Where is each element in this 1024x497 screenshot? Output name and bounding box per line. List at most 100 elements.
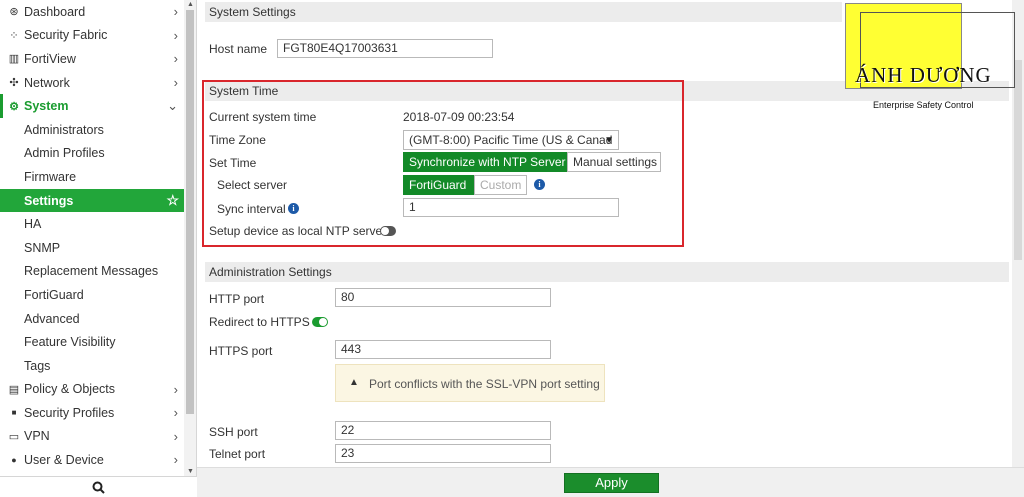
sidebar-item-label: Dashboard (24, 4, 86, 19)
sidebar-item-replacement-messages[interactable]: Replacement Messages (0, 260, 184, 284)
redirect-https-toggle[interactable] (312, 317, 328, 327)
sidebar-scrollbar[interactable]: ▲ ▼ (184, 0, 196, 476)
https-port-input[interactable]: 443 (335, 340, 551, 359)
dropdown-caret-icon: ▼ (604, 135, 614, 146)
sidebar-search-bar[interactable] (0, 476, 197, 497)
sidebar-item-tags[interactable]: Tags (0, 354, 184, 378)
main-scroll-thumb[interactable] (1014, 60, 1022, 260)
set-time-label: Set Time (209, 156, 257, 170)
server-fortiguard-option[interactable]: FortiGuard (403, 175, 474, 195)
chevron-down-icon: ⌄ (167, 98, 178, 114)
manual-settings-option[interactable]: Manual settings (567, 152, 661, 172)
timezone-select[interactable]: (GMT-8:00) Pacific Time (US & Canad ▼ (403, 130, 619, 150)
host-name-label: Host name (209, 42, 268, 56)
logo-name: ÁNH DƯƠNG (855, 63, 992, 87)
sidebar-item-label: Policy & Objects (24, 382, 116, 397)
chevron-right-icon: › (173, 405, 178, 421)
sidebar-item-fortiguard[interactable]: FortiGuard (0, 283, 184, 307)
vpn-monitor-icon: ▭ (8, 430, 20, 443)
section-header-administration: Administration Settings (205, 262, 1009, 282)
sidebar-item-label: System (24, 99, 69, 114)
sidebar-item-label: SNMP (24, 240, 61, 255)
https-port-label: HTTPS port (209, 344, 273, 358)
sidebar-item-system[interactable]: ⚙ System ⌄ (0, 94, 184, 118)
policy-objects-icon: ▤ (8, 383, 20, 396)
sidebar-item-user-device[interactable]: ● User & Device › (0, 448, 184, 472)
chevron-right-icon: › (173, 452, 178, 468)
sidebar-item-label: Replacement Messages (24, 264, 159, 279)
ntp-sync-option[interactable]: Synchronize with NTP Server (403, 152, 567, 172)
sidebar-item-label: Security Fabric (24, 28, 108, 43)
lock-icon: ■ (11, 408, 17, 418)
fortiview-icon: ▥ (8, 53, 20, 66)
port-conflict-warning: ▲ Port conflicts with the SSL-VPN port s… (335, 364, 605, 402)
sidebar-item-label: Administrators (24, 122, 104, 137)
server-custom-option[interactable]: Custom (474, 175, 527, 195)
http-port-label: HTTP port (209, 292, 265, 306)
ssh-port-label: SSH port (209, 425, 258, 439)
telnet-port-label: Telnet port (209, 447, 266, 461)
sidebar-item-dashboard[interactable]: ⊛ Dashboard › (0, 0, 184, 24)
gear-icon: ⚙ (9, 100, 19, 113)
local-ntp-toggle[interactable] (380, 226, 396, 236)
sidebar-item-security-fabric[interactable]: ⁘ Security Fabric › (0, 24, 184, 48)
sidebar-item-label: Feature Visibility (24, 335, 116, 350)
redirect-https-label: Redirect to HTTPS (209, 315, 310, 329)
sidebar-scroll-thumb[interactable] (186, 10, 194, 414)
sidebar-item-network[interactable]: ✣ Network › (0, 71, 184, 95)
scroll-up-icon[interactable]: ▲ (187, 1, 194, 8)
apply-button[interactable]: Apply (564, 473, 659, 493)
sidebar-item-label: Security Profiles (24, 405, 115, 420)
chevron-right-icon: › (173, 74, 178, 90)
timezone-select-value: (GMT-8:00) Pacific Time (US & Canad (409, 133, 613, 147)
sidebar-item-security-profiles[interactable]: ■ Security Profiles › (0, 401, 184, 425)
company-logo: ÁNH DƯƠNG Enterprise Safety Control (845, 3, 1015, 111)
chevron-right-icon: › (173, 4, 178, 19)
host-name-input[interactable]: FGT80E4Q17003631 (277, 39, 493, 58)
telnet-port-input[interactable]: 23 (335, 444, 551, 463)
warning-text: Port conflicts with the SSL-VPN port set… (369, 377, 600, 391)
sync-interval-label: Sync interval (217, 202, 286, 216)
sidebar-item-label: FortiGuard (24, 287, 84, 302)
sidebar-item-label: FortiView (24, 51, 76, 66)
timezone-label: Time Zone (209, 133, 266, 147)
sidebar-item-label: Settings (24, 193, 74, 208)
sidebar-item-policy-objects[interactable]: ▤ Policy & Objects › (0, 378, 184, 402)
info-icon[interactable]: i (288, 203, 299, 214)
section-header-system-settings: System Settings (205, 2, 842, 22)
sidebar-item-advanced[interactable]: Advanced (0, 307, 184, 331)
local-ntp-label: Setup device as local NTP server (209, 224, 387, 238)
sidebar-item-settings[interactable]: Settings ☆ (0, 188, 184, 213)
logo-tagline: Enterprise Safety Control (873, 100, 974, 110)
info-icon[interactable]: i (534, 179, 545, 190)
sidebar-item-label: Tags (24, 358, 51, 373)
chevron-right-icon: › (173, 381, 178, 397)
sidebar-item-label: Network (24, 75, 70, 90)
sync-interval-input[interactable]: 1 (403, 198, 619, 217)
sidebar-item-firmware[interactable]: Firmware (0, 165, 184, 189)
sidebar-item-snmp[interactable]: SNMP (0, 236, 184, 260)
sidebar-item-ha[interactable]: HA (0, 212, 184, 236)
sidebar-item-vpn[interactable]: ▭ VPN › (0, 425, 184, 449)
current-time-label: Current system time (209, 110, 317, 124)
chevron-right-icon: › (173, 27, 178, 43)
current-time-value: 2018-07-09 00:23:54 (403, 110, 515, 124)
sidebar-item-administrators[interactable]: Administrators (0, 118, 184, 142)
toggle-knob (381, 227, 389, 235)
chevron-right-icon: › (173, 51, 178, 67)
user-icon: ● (11, 455, 17, 466)
sidebar-item-feature-visibility[interactable]: Feature Visibility (0, 330, 184, 354)
sidebar-item-fortiview[interactable]: ▥ FortiView › (0, 47, 184, 71)
sidebar-item-admin-profiles[interactable]: Admin Profiles (0, 142, 184, 166)
select-server-label: Select server (217, 178, 288, 192)
ssh-port-input[interactable]: 22 (335, 421, 551, 440)
http-port-input[interactable]: 80 (335, 288, 551, 307)
nav-list: ⊛ Dashboard › ⁘ Security Fabric › ▥ Fort… (0, 0, 184, 476)
sidebar-item-label: Advanced (24, 311, 80, 326)
security-fabric-icon: ⁘ (9, 29, 19, 42)
scroll-down-icon[interactable]: ▼ (187, 468, 194, 475)
apply-bar: Apply (197, 467, 1024, 497)
star-icon[interactable]: ☆ (166, 192, 179, 209)
search-icon[interactable] (92, 481, 105, 494)
warning-icon: ▲ (349, 377, 359, 388)
